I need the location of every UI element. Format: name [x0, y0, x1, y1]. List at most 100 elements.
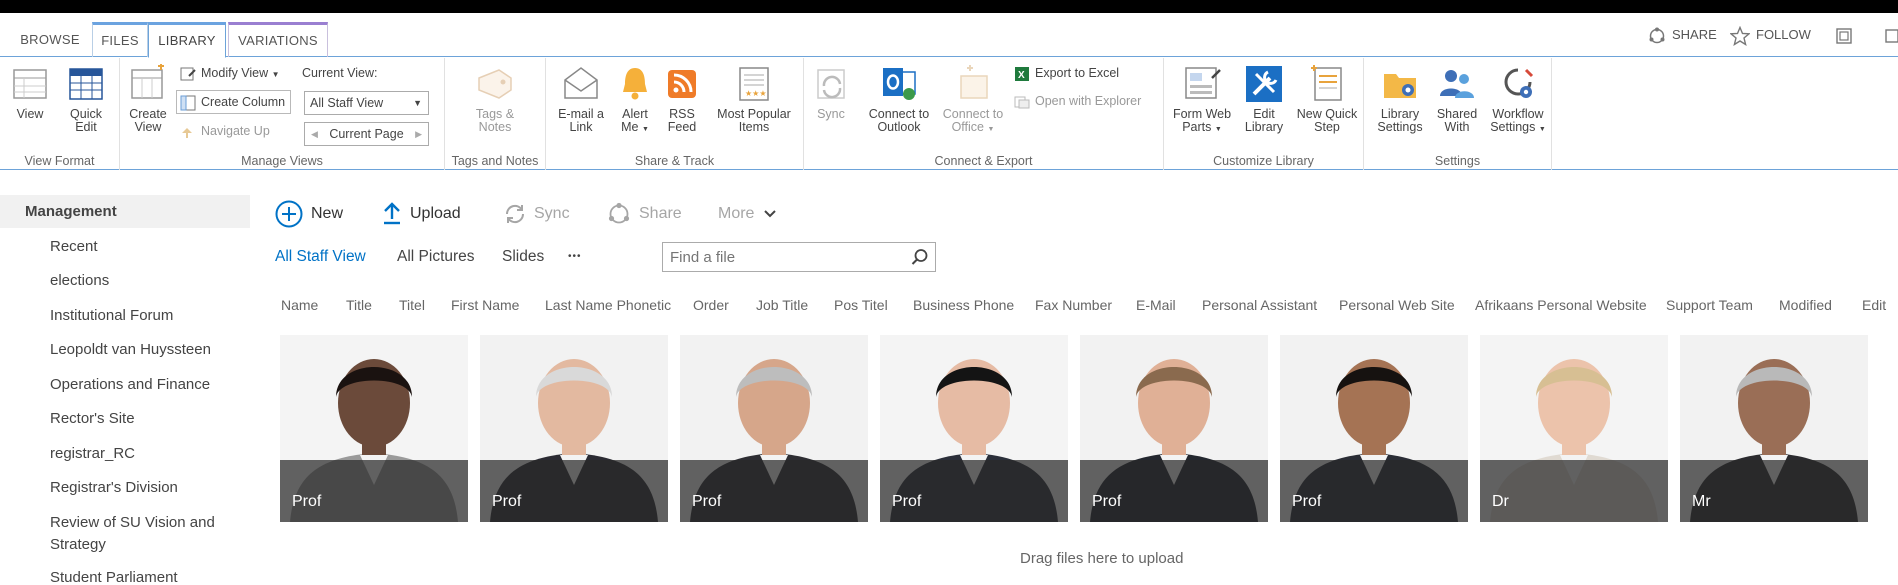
column-header-titel[interactable]: Titel — [399, 295, 425, 315]
picture-tile[interactable]: Mr — [1680, 335, 1868, 522]
column-header-name[interactable]: Name — [281, 295, 318, 315]
navigate-up-button[interactable]: Navigate Up — [180, 120, 270, 142]
nav-heading-management[interactable]: Management — [0, 195, 250, 228]
email-link-button[interactable]: E-mail a Link — [552, 64, 610, 134]
picture-tile[interactable]: Prof — [1080, 335, 1268, 522]
create-view-button[interactable]: Create View — [126, 64, 170, 134]
tab-files[interactable]: FILES — [92, 22, 148, 57]
connect-office-button[interactable]: Connect to Office ▼ — [938, 64, 1008, 136]
shared-with-button[interactable]: Shared With — [1432, 64, 1482, 134]
chevron-down-icon — [764, 210, 776, 218]
view-all-staff[interactable]: All Staff View — [275, 245, 366, 269]
prev-page-icon[interactable]: ◀ — [311, 123, 318, 145]
modify-view-button[interactable]: Modify View ▼ — [180, 62, 280, 84]
create-column-button[interactable]: Create Column — [176, 90, 292, 114]
edit-library-button[interactable]: Edit Library — [1240, 64, 1288, 134]
focus-on-content-button[interactable] — [1834, 13, 1854, 57]
nav-item-institutional-forum[interactable]: Institutional Forum — [50, 305, 240, 327]
tab-browse[interactable]: BROWSE — [14, 22, 86, 57]
view-slides[interactable]: Slides — [502, 245, 544, 269]
column-header-edit[interactable]: Edit — [1862, 295, 1886, 315]
picture-tile[interactable]: Prof — [680, 335, 868, 522]
ribbon-tabs: BROWSE FILES LIBRARY VARIATIONS — [0, 13, 1898, 58]
search-icon[interactable] — [911, 248, 929, 266]
create-column-label: Create Column — [201, 95, 286, 109]
nav-item-elections[interactable]: elections — [50, 270, 240, 292]
sync-button[interactable]: Sync — [504, 197, 570, 231]
current-view-select[interactable]: All Staff View ▼ — [304, 91, 429, 115]
picture-tile[interactable]: Prof — [480, 335, 668, 522]
more-label: More — [718, 205, 755, 222]
open-explorer-label: Open with Explorer — [1035, 94, 1142, 108]
next-page-icon[interactable]: ▶ — [415, 123, 422, 145]
upload-button[interactable]: Upload — [382, 197, 461, 231]
picture-tile[interactable]: Prof — [880, 335, 1068, 522]
column-header-support-team[interactable]: Support Team — [1666, 295, 1753, 315]
column-header-last-name-phonetic[interactable]: Last Name Phonetic — [545, 295, 671, 315]
follow-link[interactable]: FOLLOW — [1730, 13, 1811, 57]
tab-library[interactable]: LIBRARY — [148, 22, 226, 58]
view-more-ellipsis[interactable]: ••• — [568, 245, 582, 269]
column-header-modified[interactable]: Modified — [1779, 295, 1832, 315]
shared-with-label-2: With — [1444, 120, 1470, 134]
sync-top-icon — [1885, 28, 1898, 43]
column-header-personal-web-site[interactable]: Personal Web Site — [1339, 295, 1455, 315]
view-all-pictures[interactable]: All Pictures — [397, 245, 475, 269]
quick-edit-icon — [69, 68, 103, 100]
most-popular-button[interactable]: ★★★ Most Popular Items — [712, 64, 796, 134]
tab-variations[interactable]: VARIATIONS — [228, 22, 328, 57]
group-manage-views: Create View Modify View ▼ Create Column … — [120, 58, 445, 170]
view-button[interactable]: View — [8, 64, 52, 121]
nav-item-registrar-rc[interactable]: registrar_RC — [50, 443, 240, 465]
tags-notes-button[interactable]: Tags & Notes — [465, 64, 525, 134]
nav-item-leopoldt[interactable]: Leopoldt van Huyssteen — [50, 339, 240, 361]
share-button[interactable]: Share — [607, 197, 682, 231]
nav-item-operations-finance[interactable]: Operations and Finance — [50, 374, 240, 396]
library-settings-button[interactable]: Library Settings — [1372, 64, 1428, 134]
nav-item-rectors-site[interactable]: Rector's Site — [50, 408, 240, 430]
column-header-pos-titel[interactable]: Pos Titel — [834, 295, 888, 315]
tile-caption: Prof — [1080, 460, 1268, 522]
column-header-business-phone[interactable]: Business Phone — [913, 295, 1014, 315]
alert-me-button[interactable]: Alert Me ▼ — [614, 64, 656, 136]
column-header-e-mail[interactable]: E-Mail — [1136, 295, 1176, 315]
export-excel-button[interactable]: X Export to Excel — [1014, 62, 1119, 84]
connect-outlook-label-2: Outlook — [877, 120, 921, 134]
edit-library-label-2: Library — [1244, 120, 1284, 134]
column-header-fax-number[interactable]: Fax Number — [1035, 295, 1112, 315]
open-explorer-button[interactable]: Open with Explorer — [1014, 90, 1141, 112]
nav-item-review-su-vision[interactable]: Review of SU Vision and Strategy — [50, 512, 240, 556]
new-quick-step-button[interactable]: New Quick Step — [1292, 64, 1362, 134]
column-header-order[interactable]: Order — [693, 295, 729, 315]
picture-tile[interactable]: Prof — [280, 335, 468, 522]
new-label: New — [311, 205, 344, 222]
search-input[interactable] — [663, 243, 893, 271]
new-button[interactable]: New — [275, 197, 343, 231]
sync-ribbon-button[interactable]: Sync — [812, 64, 850, 121]
sync-top-button[interactable] — [1884, 13, 1898, 57]
share-cmd-label: Share — [639, 205, 682, 222]
nav-item-registrars-division[interactable]: Registrar's Division — [50, 477, 240, 499]
column-header-personal-assistant[interactable]: Personal Assistant — [1202, 295, 1317, 315]
column-header-first-name[interactable]: First Name — [451, 295, 519, 315]
rss-feed-button[interactable]: RSS Feed — [662, 64, 702, 134]
more-button[interactable]: More — [718, 197, 777, 231]
nav-item-recent[interactable]: Recent — [50, 236, 240, 258]
column-header-title[interactable]: Title — [346, 295, 372, 315]
modify-view-label: Modify View — [201, 66, 269, 80]
column-header-job-title[interactable]: Job Title — [756, 295, 808, 315]
column-header-afrikaans-personal-website[interactable]: Afrikaans Personal Website — [1475, 295, 1647, 315]
workflow-settings-button[interactable]: Workflow Settings ▼ — [1486, 64, 1550, 136]
nav-item-student-parliament[interactable]: Student Parliament — [50, 567, 240, 585]
quick-edit-button[interactable]: Quick Edit — [62, 64, 110, 134]
current-page-pager[interactable]: ◀ Current Page ▶ — [304, 122, 429, 146]
rss-icon — [668, 70, 696, 98]
share-link[interactable]: SHARE — [1648, 13, 1717, 57]
upload-icon — [384, 202, 400, 224]
picture-tile[interactable]: Prof — [1280, 335, 1468, 522]
group-view-format: View Quick Edit View Format — [0, 58, 120, 170]
search-box — [662, 242, 936, 272]
connect-outlook-button[interactable]: Connect to Outlook — [864, 64, 934, 134]
picture-tile[interactable]: Dr — [1480, 335, 1668, 522]
form-web-parts-button[interactable]: Form Web Parts ▼ — [1170, 64, 1234, 136]
